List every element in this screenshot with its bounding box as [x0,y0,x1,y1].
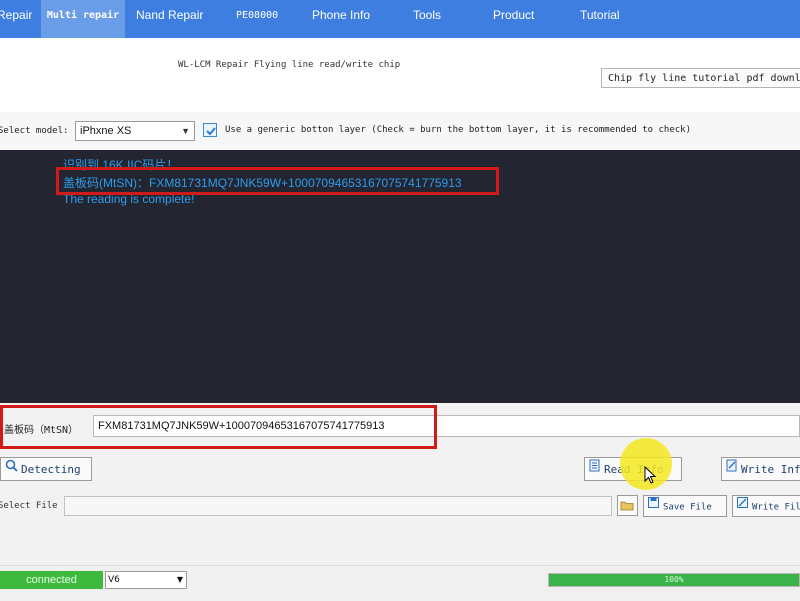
tab-phone-info[interactable]: Phone Info [312,0,370,38]
version-value: V6 [108,575,120,585]
select-file-label: Select File [0,501,58,511]
generic-layer-label: Use a generic botton layer (Check = burn… [225,125,691,135]
search-icon [5,458,18,480]
version-select[interactable]: V6 ▼ [105,571,187,589]
tab-label: Tools [413,8,442,22]
check-icon [206,127,216,136]
progress-bar: 100% [548,573,800,587]
tab-product[interactable]: Product [493,0,534,38]
detecting-button[interactable]: Detecting [0,457,92,481]
highlight-box-mtsn [0,405,437,449]
document-write-icon [726,458,738,480]
tab-pe08000[interactable]: PE08000 [236,0,278,38]
chevron-down-icon: ▼ [176,575,183,584]
progress-text: 100% [664,575,684,584]
chip-title: WL-LCM Repair Flying line read/write chi… [178,60,401,70]
folder-icon [620,501,634,511]
browse-folder-button[interactable] [617,495,638,516]
document-read-icon [589,458,601,480]
detecting-label: Detecting [21,463,81,476]
tab-label: Product [493,8,535,22]
top-nav-bar: Repair Multi repair Nand Repair PE08000 … [0,0,800,38]
tab-label: Repair [0,8,33,22]
model-select-value: iPhxne XS [80,125,132,137]
tutorial-download-button[interactable]: Chip fly line tutorial pdf download [601,68,800,88]
model-row: Select model: iPhxne XS ▼ Use a generic … [0,112,800,150]
write-file-label: Write File [752,502,800,513]
save-file-button[interactable]: Save File [643,495,727,517]
header-panel: WL-LCM Repair Flying line read/write chi… [0,38,800,113]
mouse-pointer-icon [644,466,656,484]
tab-repair[interactable]: Repair [0,0,39,38]
tab-label: Nand Repair [136,8,204,22]
write-info-button[interactable]: Write Info [721,457,800,481]
model-select[interactable]: iPhxne XS ▼ [75,121,195,141]
write-info-label: Write Info [741,463,800,476]
tab-label: Multi repair [46,10,120,21]
tab-tutorial[interactable]: Tutorial [580,0,620,38]
tab-label: Tutorial [580,8,620,22]
write-file-icon [737,496,748,516]
file-path-input[interactable] [64,496,612,516]
connection-status: connected [0,571,103,589]
tab-label: Phone Info [312,8,371,22]
tab-multi-repair[interactable]: Multi repair [41,0,125,38]
highlight-box-console [56,167,499,195]
select-model-label: Select model: [0,126,69,136]
tab-label: PE08000 [236,10,279,21]
generic-layer-checkbox[interactable] [203,123,217,137]
save-file-label: Save File [663,502,712,513]
status-bar: connected V6 ▼ 100% [0,565,800,601]
write-file-button[interactable]: Write File [732,495,800,517]
tab-nand-repair[interactable]: Nand Repair [136,0,203,38]
chevron-down-icon: ▼ [181,126,190,136]
save-icon [648,496,659,516]
tab-tools[interactable]: Tools [413,0,441,38]
